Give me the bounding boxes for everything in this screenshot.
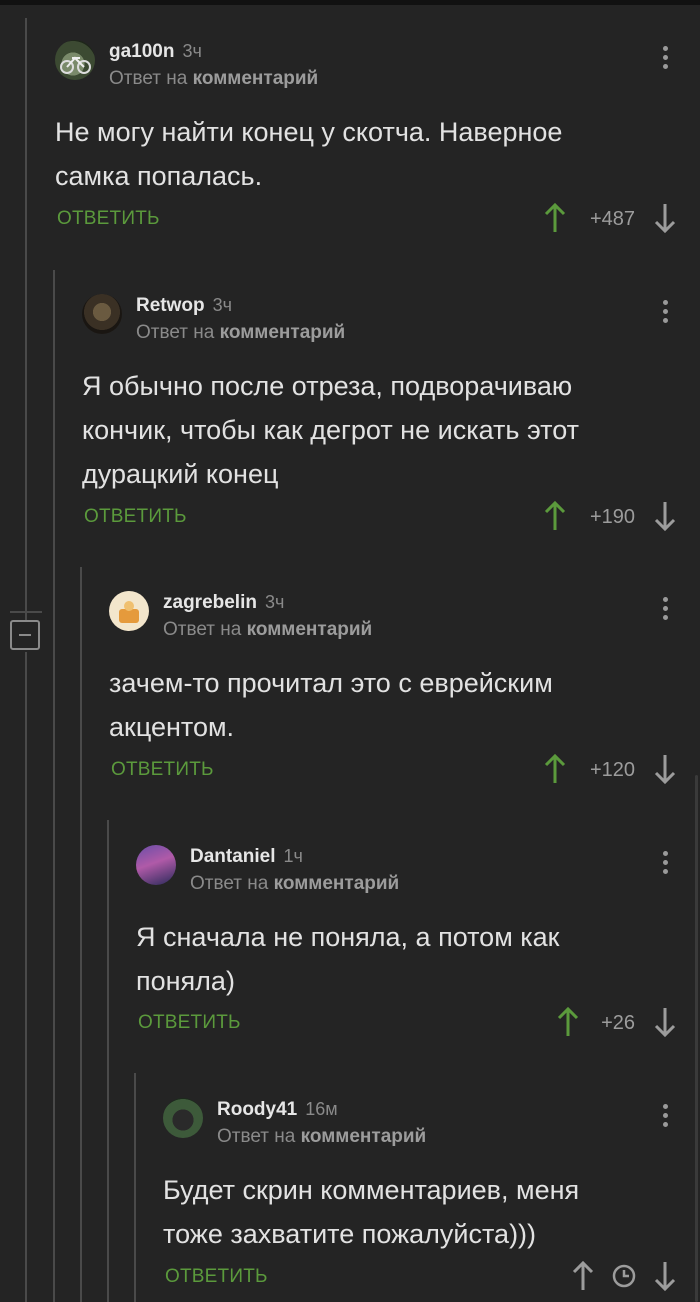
comment-time: 3ч: [182, 41, 202, 61]
thread-line[interactable]: [134, 1073, 136, 1302]
username[interactable]: zagrebelin 3ч: [163, 592, 284, 614]
comment-text-line: самка попалась.: [55, 161, 263, 191]
thread-line[interactable]: [25, 18, 27, 620]
comment-time: 3ч: [264, 592, 285, 612]
comment-time: 3ч: [212, 295, 232, 315]
comment-text-line: Будет скрин комментариев, меня: [163, 1175, 580, 1205]
comment: zagrebelin 3ч Ответ на комментарий зачем-…: [109, 591, 685, 751]
comment-text-line: тоже захватите пожалуйста))): [163, 1219, 537, 1249]
comment-text: зачем-то прочитал это с еврейским акцент…: [109, 661, 553, 749]
upvote-icon[interactable]: [540, 202, 570, 234]
more-options-icon[interactable]: [655, 847, 675, 877]
comment-actions: ОТВЕТИТЬ: [163, 1260, 685, 1296]
avatar[interactable]: [82, 294, 122, 334]
reply-to[interactable]: Ответ на комментарий: [217, 1126, 426, 1148]
comment-actions: ОТВЕТИТЬ +487: [55, 202, 685, 238]
reply-to[interactable]: Ответ на комментарий: [136, 322, 345, 344]
collapse-thread-button[interactable]: [10, 620, 40, 650]
rating: +190: [589, 506, 635, 528]
comment-text: Я обычно после отреза, подворачиваю конч…: [82, 364, 579, 496]
downvote-icon[interactable]: [650, 753, 680, 785]
avatar-image: [119, 601, 139, 623]
comment-text: Я сначала не поняла, а потом как поняла): [136, 915, 560, 1003]
upvote-icon[interactable]: [553, 1006, 583, 1038]
comment-text-line: кончик, чтобы как дегрот не искать этот: [82, 415, 579, 445]
avatar[interactable]: [55, 40, 95, 80]
more-options-icon[interactable]: [655, 42, 675, 72]
reply-to[interactable]: Ответ на комментарий: [190, 873, 399, 895]
reply-button[interactable]: ОТВЕТИТЬ: [111, 759, 214, 781]
reply-to[interactable]: Ответ на комментарий: [163, 619, 372, 641]
scrollbar[interactable]: [695, 775, 698, 1302]
rating: +120: [589, 759, 635, 781]
username[interactable]: Roody41 16м: [217, 1099, 338, 1121]
comment: Retwop 3ч Ответ на комментарий Я обычно п…: [82, 294, 685, 494]
comment-text-line: зачем-то прочитал это с еврейским: [109, 668, 553, 698]
downvote-icon[interactable]: [650, 1006, 680, 1038]
comment-actions: ОТВЕТИТЬ +190: [82, 500, 685, 536]
comment-text-line: дурацкий конец: [82, 459, 279, 489]
upvote-icon[interactable]: [568, 1260, 598, 1292]
comment-actions: ОТВЕТИТЬ +26: [136, 1006, 685, 1042]
rating: +487: [589, 208, 635, 230]
reply-button[interactable]: ОТВЕТИТЬ: [138, 1012, 241, 1034]
reply-button[interactable]: ОТВЕТИТЬ: [84, 506, 187, 528]
upvote-icon[interactable]: [540, 753, 570, 785]
thread-line[interactable]: [53, 270, 55, 1302]
username[interactable]: Dantaniel 1ч: [190, 846, 303, 868]
top-bar: [0, 0, 700, 5]
more-options-icon[interactable]: [655, 593, 675, 623]
thread-line[interactable]: [80, 567, 82, 1302]
comment-text-line: Я обычно после отреза, подворачиваю: [82, 371, 573, 401]
thread-line[interactable]: [107, 820, 109, 1302]
comment-text-line: Я сначала не поняла, а потом как: [136, 922, 560, 952]
clock-icon: [612, 1264, 636, 1288]
comment-actions: ОТВЕТИТЬ +120: [109, 753, 685, 789]
rating: +26: [601, 1012, 635, 1034]
comment-text-line: акцентом.: [109, 712, 235, 742]
downvote-icon[interactable]: [650, 1260, 680, 1292]
comment-text: Будет скрин комментариев, меня тоже захв…: [163, 1168, 579, 1256]
comment: Dantaniel 1ч Ответ на комментарий Я снача…: [136, 845, 685, 1005]
reply-to[interactable]: Ответ на комментарий: [109, 68, 318, 90]
thread-line-horizontal: [10, 611, 42, 613]
more-options-icon[interactable]: [655, 1100, 675, 1130]
downvote-icon[interactable]: [650, 202, 680, 234]
comment: Roody41 16м Ответ на комментарий Будет ск…: [163, 1098, 685, 1258]
upvote-icon[interactable]: [540, 500, 570, 532]
comment-time: 16м: [305, 1099, 338, 1119]
reply-button[interactable]: ОТВЕТИТЬ: [57, 208, 160, 230]
comment-text-line: поняла): [136, 966, 235, 996]
thread-line[interactable]: [25, 652, 27, 1302]
reply-button[interactable]: ОТВЕТИТЬ: [165, 1266, 268, 1288]
motorcycle-icon: [60, 56, 91, 74]
avatar[interactable]: [109, 591, 149, 631]
avatar[interactable]: [136, 845, 176, 885]
avatar[interactable]: [163, 1098, 203, 1138]
more-options-icon[interactable]: [655, 296, 675, 326]
comment-time: 1ч: [283, 846, 303, 866]
downvote-icon[interactable]: [650, 500, 680, 532]
username[interactable]: Retwop 3ч: [136, 295, 232, 317]
username[interactable]: ga100n 3ч: [109, 41, 202, 63]
comment-text-line: Не могу найти конец у скотча. Наверное: [55, 117, 563, 147]
comment-text: Не могу найти конец у скотча. Наверное с…: [55, 110, 562, 198]
